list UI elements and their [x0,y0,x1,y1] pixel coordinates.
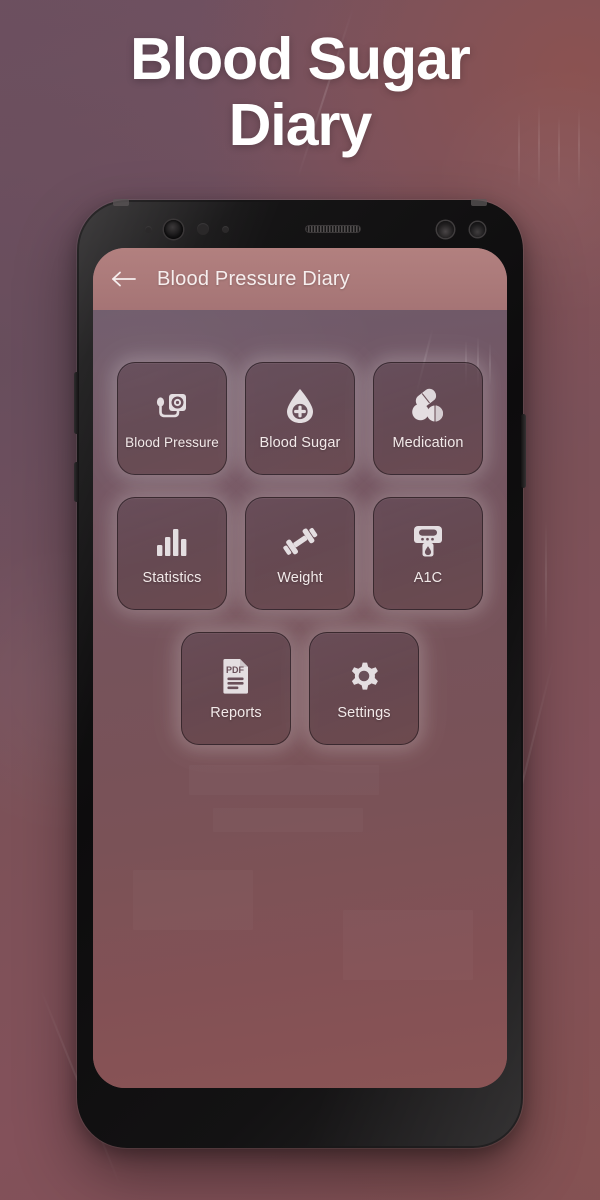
blood-pressure-monitor-icon [152,386,192,426]
app-bar: Blood Pressure Diary [93,248,507,310]
tile-blood-pressure[interactable]: Blood Pressure [117,362,227,475]
power-button[interactable] [521,414,526,488]
back-button[interactable] [109,264,139,294]
antenna-band-right [471,199,487,206]
pdf-document-icon: PDF [223,659,248,694]
iris-sensor-icon [197,223,209,235]
earpiece-speaker-icon [305,225,361,233]
blood-drop-plus-icon [282,386,318,426]
proximity-sensor-icon [145,225,152,233]
blood-drop-plus-icon [287,389,313,423]
tile-settings[interactable]: Settings [309,632,419,745]
phone-mockup: Blood Pressure Diary Blood Pressure Bloo… [74,199,526,1148]
phone-screen: Blood Pressure Diary Blood Pressure Bloo… [93,248,507,1088]
page-title-line-2: Diary [228,92,373,158]
svg-text:PDF: PDF [226,665,245,675]
screen-body: Blood Pressure Blood Sugar Medication St… [93,310,507,1088]
tile-label-blood-pressure: Blood Pressure [125,435,219,450]
tile-a1c[interactable]: A1C [373,497,483,610]
feature-row: Blood Pressure Blood Sugar Medication [93,362,507,475]
pills-icon [412,388,443,422]
glucose-meter-icon [414,526,442,557]
glucose-meter-icon [411,521,445,561]
ir-sensor-icon [437,220,454,238]
tile-label-settings: Settings [337,705,391,721]
tile-blood-sugar[interactable]: Blood Sugar [245,362,355,475]
tile-medication[interactable]: Medication [373,362,483,475]
bar-chart-icon [155,521,189,561]
screen-deco-bar [213,808,363,832]
gear-icon [345,656,383,696]
phone-sensor-bar [93,214,507,244]
app-bar-title: Blood Pressure Diary [157,267,350,290]
antenna-band-left [113,199,129,206]
pdf-document-icon: PDF [219,656,253,696]
tile-label-medication: Medication [392,435,464,451]
screen-deco-bar [343,910,473,980]
feature-row: PDF Reports Settings [93,632,507,745]
tile-label-statistics: Statistics [142,570,202,586]
front-camera-icon [164,219,183,239]
led-indicator-icon [222,225,229,233]
gear-icon [351,662,378,690]
feature-grid: Blood Pressure Blood Sugar Medication St… [93,362,507,745]
screen-deco-bar [189,765,379,795]
tile-label-weight: Weight [277,570,323,586]
dumbbell-icon [280,521,320,561]
tile-statistics[interactable]: Statistics [117,497,227,610]
tile-label-a1c: A1C [413,570,443,586]
bg-line [545,520,547,640]
light-sensor-icon [470,221,485,237]
pills-icon [408,386,448,426]
dumbbell-icon [283,527,318,555]
screen-deco-bar [133,870,253,930]
bixby-button[interactable] [74,462,79,502]
blood-pressure-monitor-icon [156,394,186,418]
page-title: Blood Sugar Diary [0,26,600,158]
bar-chart-icon [157,529,187,556]
page-title-line-1: Blood Sugar [130,26,471,92]
feature-row: Statistics Weight A1C [93,497,507,610]
arrow-left-icon [112,271,136,287]
tile-label-blood-sugar: Blood Sugar [259,435,341,451]
promo-page: Blood Sugar Diary Blood Pressure Diary B… [0,0,600,1200]
tile-reports[interactable]: PDF Reports [181,632,291,745]
tile-weight[interactable]: Weight [245,497,355,610]
tile-label-reports: Reports [210,705,262,721]
volume-button[interactable] [74,372,79,434]
